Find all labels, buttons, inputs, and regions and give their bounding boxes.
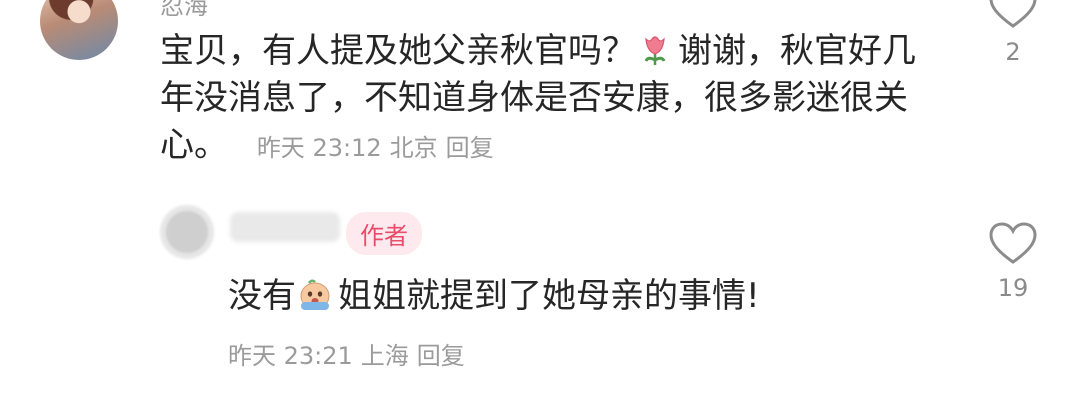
comment-location: 北京 xyxy=(389,134,438,162)
heart-icon[interactable] xyxy=(988,0,1038,34)
author-badge: 作者 xyxy=(346,212,422,255)
reply-meta: 昨天 23:21 上海 回复 xyxy=(228,336,473,371)
reply-text-part1: 没有 xyxy=(228,276,296,316)
comment-body: 宝贝，有人提及她父亲秋官吗？ 谢谢，秋官好几年没消息了，不知道身体是否安康，很多… xyxy=(160,28,920,172)
comment-text-part1: 宝贝，有人提及她父亲秋官吗？ xyxy=(160,31,636,71)
comment-time: 昨天 23:12 xyxy=(256,134,382,162)
reply-like-count: 19 xyxy=(997,274,1029,302)
comment-username[interactable]: 忍海 xyxy=(160,0,208,21)
tulip-icon xyxy=(638,33,672,67)
avatar[interactable] xyxy=(40,0,118,60)
comment-meta: 昨天 23:12 北京 回复 xyxy=(257,134,502,162)
comment-like[interactable]: 2 xyxy=(978,0,1048,66)
comment-reply-button[interactable]: 回复 xyxy=(446,134,494,162)
reply-time: 昨天 23:21 xyxy=(228,342,353,370)
comment-like-count: 2 xyxy=(1005,38,1021,66)
reply-like[interactable]: 19 xyxy=(978,222,1048,302)
crying-face-icon xyxy=(298,277,332,311)
reply-body: 没有 姐姐就提到了她母亲的事情! xyxy=(228,272,760,320)
reply-text-part2: 姐姐就提到了她母亲的事情! xyxy=(338,276,760,316)
reply-reply-button[interactable]: 回复 xyxy=(417,342,465,370)
reply-location: 上海 xyxy=(360,342,409,370)
reply-avatar[interactable] xyxy=(160,205,214,259)
reply-username-blurred[interactable] xyxy=(230,212,340,242)
heart-icon[interactable] xyxy=(988,222,1038,270)
